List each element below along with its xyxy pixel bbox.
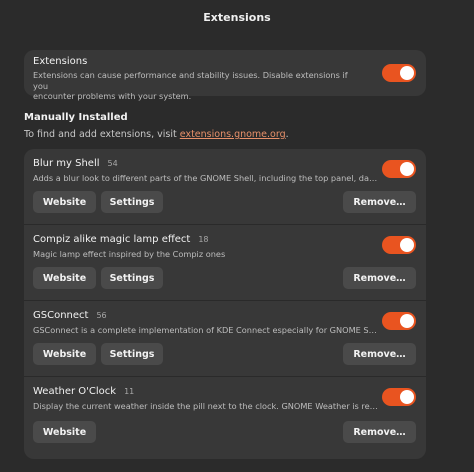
extension-version: 54 [107,159,118,168]
extension-enabled-switch[interactable] [382,388,416,406]
remove-button[interactable]: Remove… [343,267,416,289]
remove-button[interactable]: Remove… [343,191,416,213]
extension-name: Weather O'Clock [33,386,117,397]
extension-name: Compiz alike magic lamp effect [33,234,191,245]
extension-row-gsconnect: GSConnect 56 GSConnect is a complete impl… [24,301,426,377]
extensions-toggle-row: Extensions Extensions can cause performa… [24,50,426,101]
switch-knob [400,66,414,80]
remove-button[interactable]: Remove… [343,343,416,365]
settings-button[interactable]: Settings [101,267,163,289]
website-button[interactable]: Website [33,421,96,443]
extension-version: 18 [198,235,209,244]
extension-description: Magic lamp effect inspired by the Compiz… [33,249,226,259]
extensions-list: Blur my Shell 54 Adds a blur look to diff… [24,149,426,459]
switch-knob [400,314,414,328]
extension-version: 56 [96,311,107,320]
switch-knob [400,390,414,404]
switch-knob [400,238,414,252]
switch-knob [400,162,414,176]
settings-button[interactable]: Settings [101,343,163,365]
header-bar: Extensions [0,0,474,34]
website-button[interactable]: Website [33,191,96,213]
manually-installed-description: To find and add extensions, visit extens… [24,129,289,140]
extension-name: Blur my Shell [33,158,100,169]
extension-enabled-switch[interactable] [382,236,416,254]
extensions-toggle-description: Extensions can cause performance and sta… [33,70,348,101]
extension-row-weather-oclock: Weather O'Clock 11 Display the current we… [24,377,426,459]
extension-version: 11 [124,387,135,396]
manually-installed-heading: Manually Installed [24,112,128,123]
extension-name: GSConnect [33,310,89,321]
window-title: Extensions [203,10,271,24]
remove-button[interactable]: Remove… [343,421,416,443]
extension-enabled-switch[interactable] [382,312,416,330]
website-button[interactable]: Website [33,343,96,365]
extension-description: GSConnect is a complete implementation o… [33,325,381,335]
extension-description: Display the current weather inside the p… [33,401,381,411]
settings-button[interactable]: Settings [101,191,163,213]
extensions-toggle-title: Extensions [33,56,88,67]
extension-row-blur-my-shell: Blur my Shell 54 Adds a blur look to diff… [24,149,426,225]
extensions-gnome-org-link[interactable]: extensions.gnome.org [180,129,286,140]
extension-row-compiz-magic-lamp: Compiz alike magic lamp effect 18 Magic l… [24,225,426,301]
website-button[interactable]: Website [33,267,96,289]
extension-description: Adds a blur look to different parts of t… [33,173,381,183]
extension-enabled-switch[interactable] [382,160,416,178]
extensions-enabled-switch[interactable] [382,64,416,82]
